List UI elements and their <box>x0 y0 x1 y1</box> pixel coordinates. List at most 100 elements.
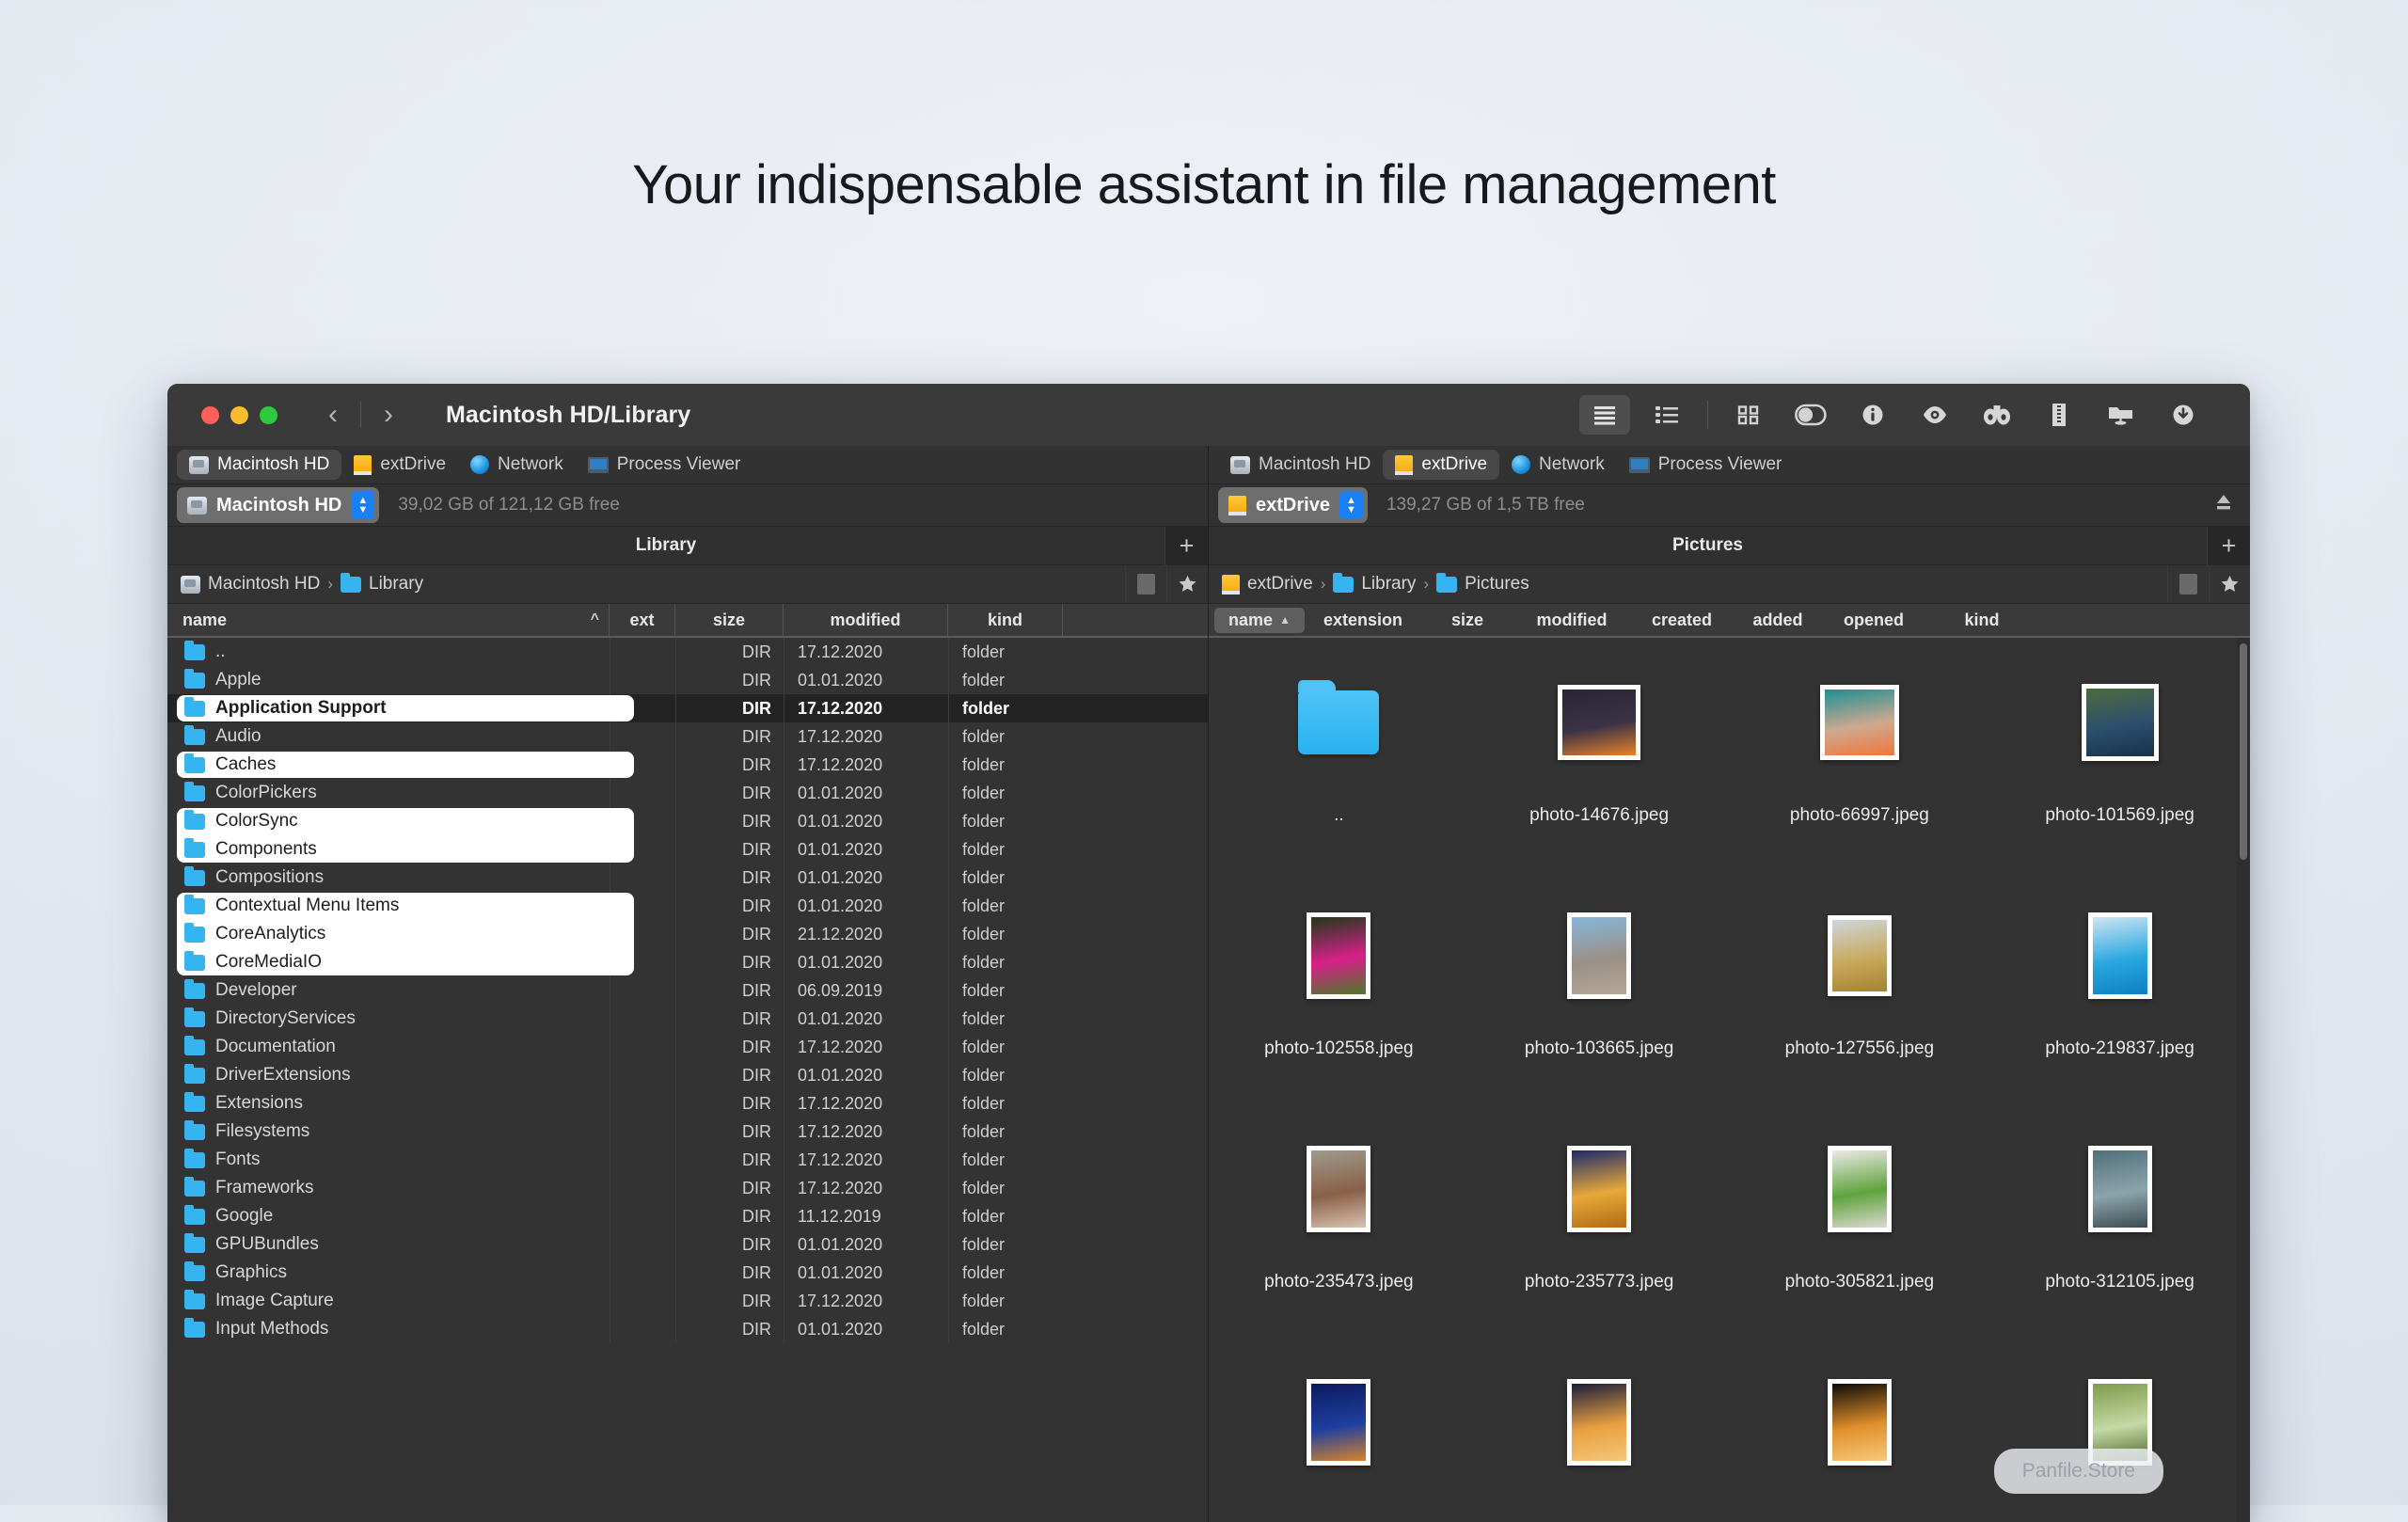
right-breadcrumb-item-0[interactable]: extDrive <box>1222 574 1313 595</box>
grid-item-image[interactable]: photo-235773.jpeg <box>1469 1129 1730 1362</box>
right-thumbnail-view[interactable]: .. photo-14676.jpeg photo-66997.jpeg photo-… <box>1209 638 2250 1522</box>
table-row[interactable]: Image Capture DIR 17.12.2020 folder <box>167 1287 1208 1315</box>
table-row[interactable]: Developer DIR 06.09.2019 folder <box>167 976 1208 1005</box>
table-row[interactable]: Extensions DIR 17.12.2020 folder <box>167 1089 1208 1118</box>
right-breadcrumb-item-2[interactable]: Pictures <box>1436 572 1529 595</box>
chevron-updown-icon[interactable]: ▲ ▼ <box>351 491 375 519</box>
left-breadcrumb-item-1[interactable]: Library <box>341 572 423 595</box>
left-col-header-kind[interactable]: kind <box>948 604 1063 636</box>
right-folder-tab-label[interactable]: Pictures <box>1209 535 2207 556</box>
archive-zip-icon[interactable] <box>2034 395 2084 435</box>
close-window-button[interactable] <box>201 405 219 424</box>
grid-item-image[interactable] <box>1989 1362 2250 1522</box>
eject-icon[interactable] <box>2214 493 2233 518</box>
table-row[interactable]: Apple DIR 01.01.2020 folder <box>167 666 1208 694</box>
left-col-header-name[interactable]: name ^ <box>167 604 610 636</box>
right-drive-dropdown[interactable]: extDrive ▲ ▼ <box>1218 487 1368 523</box>
right-col-header-kind[interactable]: kind <box>1925 604 2038 636</box>
right-col-header-size[interactable]: size <box>1421 604 1513 636</box>
table-row[interactable]: ColorSync DIR 01.01.2020 folder <box>167 807 1208 835</box>
right-drive-tab-extdrive[interactable]: extDrive <box>1383 450 1500 480</box>
grid-item-image[interactable]: photo-219837.jpeg <box>1989 896 2250 1129</box>
right-drive-tab-network[interactable]: Network <box>1499 450 1617 480</box>
table-row[interactable]: Components DIR 01.01.2020 folder <box>167 835 1208 864</box>
table-row[interactable]: DirectoryServices DIR 01.01.2020 folder <box>167 1005 1208 1033</box>
grid-item-folder[interactable]: .. <box>1209 662 1469 896</box>
info-icon[interactable] <box>1847 395 1898 435</box>
table-row[interactable]: Graphics DIR 01.01.2020 folder <box>167 1259 1208 1287</box>
left-copy-path-button[interactable] <box>1125 565 1166 603</box>
right-drive-tab-macintosh-hd[interactable]: Macintosh HD <box>1218 450 1383 480</box>
left-col-header-size[interactable]: size <box>675 604 784 636</box>
network-folder-icon[interactable] <box>2096 395 2147 435</box>
download-icon[interactable] <box>2158 395 2209 435</box>
right-col-header-added[interactable]: added <box>1734 604 1822 636</box>
binoculars-icon[interactable] <box>1972 395 2022 435</box>
table-row[interactable]: Application Support DIR 17.12.2020 folder <box>167 694 1208 722</box>
forward-button[interactable]: › <box>369 395 408 435</box>
grid-item-image[interactable]: photo-235473.jpeg <box>1209 1129 1469 1362</box>
table-row[interactable]: Caches DIR 17.12.2020 folder <box>167 751 1208 779</box>
table-row[interactable]: DriverExtensions DIR 01.01.2020 folder <box>167 1061 1208 1089</box>
right-copy-path-button[interactable] <box>2167 565 2209 603</box>
table-row[interactable]: Contextual Menu Items DIR 01.01.2020 folder <box>167 892 1208 920</box>
grid-item-image[interactable] <box>1209 1362 1469 1522</box>
left-drive-tab-process-viewer[interactable]: Process Viewer <box>576 450 753 480</box>
right-favorite-button[interactable] <box>2209 565 2250 603</box>
back-button[interactable]: ‹ <box>313 395 353 435</box>
left-drive-tab-extdrive[interactable]: extDrive <box>341 450 458 480</box>
left-drive-dropdown[interactable]: Macintosh HD ▲ ▼ <box>177 487 380 523</box>
view-grid-icon[interactable] <box>1723 395 1774 435</box>
left-breadcrumb-item-0[interactable]: Macintosh HD <box>181 574 320 595</box>
grid-item-image[interactable]: photo-66997.jpeg <box>1730 662 1990 896</box>
right-col-header-extension[interactable]: extension <box>1305 604 1421 636</box>
scrollbar-thumb[interactable] <box>2240 643 2247 860</box>
preview-eye-icon[interactable] <box>1909 395 1960 435</box>
grid-item-image[interactable]: photo-102558.jpeg <box>1209 896 1469 1129</box>
left-folder-tab-label[interactable]: Library <box>167 535 1164 556</box>
table-row[interactable]: Google DIR 11.12.2019 folder <box>167 1202 1208 1230</box>
left-favorite-button[interactable] <box>1166 565 1208 603</box>
view-list-icon[interactable] <box>1579 395 1630 435</box>
chevron-updown-icon[interactable]: ▲ ▼ <box>1339 491 1363 519</box>
left-col-header-modified[interactable]: modified <box>784 604 948 636</box>
row-cell-modified: 11.12.2019 <box>784 1202 948 1230</box>
right-col-header-opened[interactable]: opened <box>1822 604 1925 636</box>
table-row[interactable]: ColorPickers DIR 01.01.2020 folder <box>167 779 1208 807</box>
view-detail-icon[interactable] <box>1641 395 1692 435</box>
right-add-tab-button[interactable]: + <box>2207 526 2250 565</box>
grid-item-image[interactable]: photo-14676.jpeg <box>1469 662 1730 896</box>
grid-item-image[interactable]: photo-312105.jpeg <box>1989 1129 2250 1362</box>
table-row[interactable]: Fonts DIR 17.12.2020 folder <box>167 1146 1208 1174</box>
table-row[interactable]: Frameworks DIR 17.12.2020 folder <box>167 1174 1208 1202</box>
left-file-list[interactable]: .. DIR 17.12.2020 folder Apple DIR 01.01.2020 f… <box>167 638 1208 1522</box>
table-row[interactable]: CoreAnalytics DIR 21.12.2020 folder <box>167 920 1208 948</box>
left-drive-tab-network[interactable]: Network <box>458 450 576 480</box>
grid-item-image[interactable]: photo-127556.jpeg <box>1730 896 1990 1129</box>
table-row[interactable]: Input Methods DIR 01.01.2020 folder <box>167 1315 1208 1343</box>
table-row[interactable]: Audio DIR 17.12.2020 folder <box>167 722 1208 751</box>
right-vertical-scrollbar[interactable] <box>2237 638 2250 1522</box>
table-row[interactable]: GPUBundles DIR 01.01.2020 folder <box>167 1230 1208 1259</box>
table-row[interactable]: Documentation DIR 17.12.2020 folder <box>167 1033 1208 1061</box>
grid-item-image[interactable]: photo-101569.jpeg <box>1989 662 2250 896</box>
grid-item-image[interactable] <box>1469 1362 1730 1522</box>
left-add-tab-button[interactable]: + <box>1164 526 1208 565</box>
table-row[interactable]: Filesystems DIR 17.12.2020 folder <box>167 1118 1208 1146</box>
table-row[interactable]: Compositions DIR 01.01.2020 folder <box>167 864 1208 892</box>
right-breadcrumb-item-1[interactable]: Library <box>1333 572 1416 595</box>
right-col-header-created[interactable]: created <box>1630 604 1734 636</box>
right-col-header-modified[interactable]: modified <box>1513 604 1630 636</box>
right-col-header-name[interactable]: name ▲ <box>1214 607 1305 633</box>
left-col-header-ext[interactable]: ext <box>610 604 675 636</box>
right-drive-tab-process-viewer[interactable]: Process Viewer <box>1617 450 1795 480</box>
theme-toggle-icon[interactable] <box>1785 395 1836 435</box>
grid-item-image[interactable]: photo-305821.jpeg <box>1730 1129 1990 1362</box>
table-row[interactable]: .. DIR 17.12.2020 folder <box>167 638 1208 666</box>
grid-item-image[interactable]: photo-103665.jpeg <box>1469 896 1730 1129</box>
grid-item-image[interactable] <box>1730 1362 1990 1522</box>
table-row[interactable]: CoreMediaIO DIR 01.01.2020 folder <box>167 948 1208 976</box>
left-drive-tab-macintosh-hd[interactable]: Macintosh HD <box>177 450 342 480</box>
minimize-window-button[interactable] <box>230 405 248 424</box>
maximize-window-button[interactable] <box>260 405 277 424</box>
